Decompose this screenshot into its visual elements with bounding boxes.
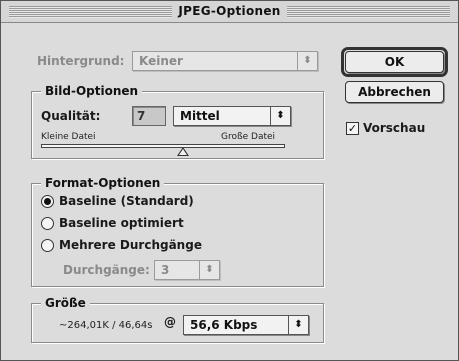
radio-label-baseline-optimized[interactable]: Baseline optimiert: [59, 216, 184, 230]
slider-max-label: Große Datei: [221, 132, 276, 142]
slider-min-label: Kleine Datei: [41, 132, 96, 142]
cancel-button[interactable]: Abbrechen: [345, 81, 444, 103]
connection-speed-select[interactable]: 56,6 Kbps ⬍: [183, 315, 309, 335]
quality-slider-track[interactable]: [41, 144, 285, 148]
image-options-title: Bild-Optionen: [41, 84, 143, 98]
at-symbol: @: [164, 315, 176, 329]
popup-arrow-icon: ⬍: [199, 261, 219, 279]
radio-label-multiple-passes[interactable]: Mehrere Durchgänge: [59, 238, 202, 252]
title-bar[interactable]: JPEG-Optionen: [1, 1, 458, 23]
preview-checkbox[interactable]: ✓: [346, 122, 359, 135]
quality-slider-thumb[interactable]: [176, 147, 189, 156]
quality-label: Qualität:: [41, 109, 101, 123]
background-select-value: Keiner: [139, 54, 183, 68]
quality-preset-select[interactable]: Mittel ⬍: [173, 106, 291, 126]
passes-label: Durchgänge:: [63, 263, 150, 277]
popup-arrow-icon: ⬍: [297, 52, 317, 70]
jpeg-options-dialog: JPEG-Optionen Hintergrund: Keiner ⬍ OK A…: [0, 0, 459, 361]
connection-speed-value: 56,6 Kbps: [190, 318, 258, 332]
preview-label[interactable]: Vorschau: [363, 121, 425, 135]
radio-baseline-optimized[interactable]: [41, 217, 54, 230]
format-options-title: Format-Optionen: [41, 176, 165, 190]
radio-multiple-passes[interactable]: [41, 239, 54, 252]
popup-arrow-icon: ⬍: [288, 316, 308, 334]
quality-input[interactable]: 7: [132, 106, 166, 126]
ok-button[interactable]: OK: [345, 51, 444, 73]
passes-select-value: 3: [161, 263, 170, 277]
radio-baseline-standard[interactable]: [41, 195, 54, 208]
radio-label-baseline-standard[interactable]: Baseline (Standard): [59, 194, 194, 208]
quality-preset-value: Mittel: [180, 109, 220, 123]
background-select[interactable]: Keiner ⬍: [132, 51, 318, 71]
passes-select[interactable]: 3 ⬍: [154, 260, 220, 280]
size-estimate-text: ~264,01K / 46,64s: [59, 320, 153, 331]
window-title: JPEG-Optionen: [172, 4, 287, 18]
background-label: Hintergrund:: [37, 54, 125, 68]
check-icon: ✓: [347, 122, 358, 135]
size-group-title: Größe: [41, 296, 90, 310]
popup-arrow-icon: ⬍: [270, 107, 290, 125]
